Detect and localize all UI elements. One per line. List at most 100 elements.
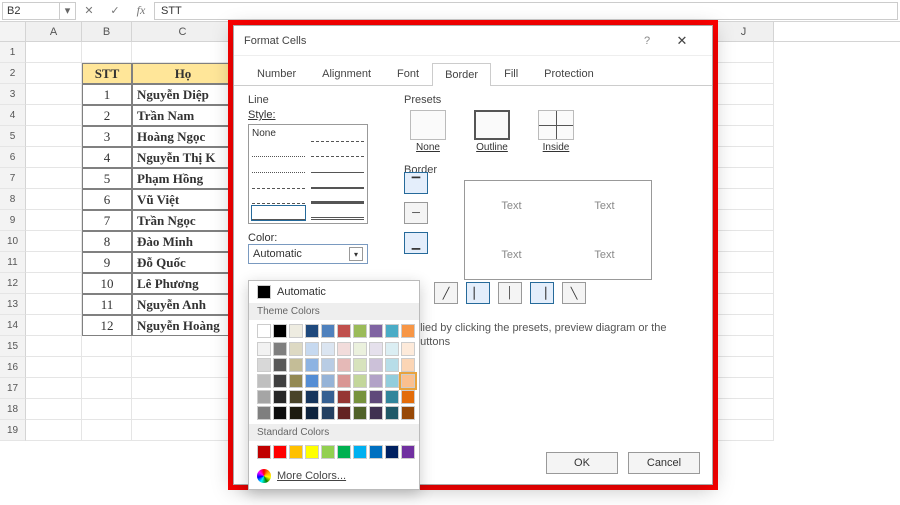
color-swatch[interactable] [401,324,415,338]
cell[interactable]: Họ [132,63,234,84]
cell[interactable]: 8 [82,231,132,252]
color-swatch[interactable] [305,406,319,420]
cell[interactable]: Hoàng Ngọc [132,126,234,147]
col-header[interactable]: J [714,22,774,41]
cell[interactable] [714,294,774,315]
cell[interactable] [82,420,132,441]
cell[interactable]: Trần Nam [132,105,234,126]
col-header[interactable]: B [82,22,132,41]
cell[interactable] [714,336,774,357]
color-swatch[interactable] [385,324,399,338]
tab-alignment[interactable]: Alignment [309,62,384,85]
color-swatch[interactable] [257,390,271,404]
color-swatch[interactable] [401,342,415,356]
cell[interactable] [714,399,774,420]
cell[interactable] [82,42,132,63]
color-swatch[interactable] [257,445,271,459]
color-swatch[interactable] [401,374,415,388]
row-header[interactable]: 15 [0,336,26,357]
cell[interactable] [82,399,132,420]
color-swatch[interactable] [273,390,287,404]
color-swatch[interactable] [369,324,383,338]
cell[interactable] [714,105,774,126]
more-colors-item[interactable]: More Colors... [249,463,419,489]
cell[interactable] [26,189,82,210]
color-swatch[interactable] [321,342,335,356]
cell[interactable] [26,126,82,147]
cell[interactable] [26,231,82,252]
style-none[interactable]: None [252,128,305,142]
row-header[interactable]: 11 [0,252,26,273]
cell[interactable]: Vũ Việt [132,189,234,210]
cell[interactable] [26,315,82,336]
row-header[interactable]: 13 [0,294,26,315]
cell[interactable] [714,231,774,252]
cell[interactable] [26,147,82,168]
color-swatch[interactable] [385,374,399,388]
cell[interactable]: Phạm Hồng [132,168,234,189]
row-header[interactable]: 8 [0,189,26,210]
cell[interactable]: 6 [82,189,132,210]
cell[interactable] [714,378,774,399]
cell[interactable] [26,273,82,294]
color-swatch[interactable] [305,374,319,388]
color-swatch[interactable] [305,390,319,404]
color-swatch[interactable] [321,324,335,338]
cell[interactable] [132,399,234,420]
cell[interactable] [714,42,774,63]
cell[interactable]: Đào Minh [132,231,234,252]
preset-none[interactable]: None [404,110,452,153]
color-swatch[interactable] [273,374,287,388]
color-swatch[interactable] [369,342,383,356]
cell[interactable] [26,420,82,441]
color-swatch[interactable] [273,406,287,420]
style-option[interactable] [252,159,305,173]
color-swatch[interactable] [289,342,303,356]
color-swatch[interactable] [305,358,319,372]
cell[interactable] [132,357,234,378]
row-header[interactable]: 5 [0,126,26,147]
cell[interactable]: Nguyễn Thị K [132,147,234,168]
row-header[interactable]: 6 [0,147,26,168]
row-header[interactable]: 16 [0,357,26,378]
cell[interactable] [26,42,82,63]
color-swatch[interactable] [257,324,271,338]
cell[interactable]: Nguyễn Anh [132,294,234,315]
style-option[interactable] [311,144,364,158]
cell[interactable] [714,315,774,336]
cell[interactable] [26,210,82,231]
color-swatch[interactable] [289,358,303,372]
border-diag-up-button[interactable]: ╱ [434,282,458,304]
style-option[interactable] [252,191,305,205]
style-option[interactable] [252,144,305,158]
name-box-dropdown[interactable]: ▾ [60,2,76,20]
style-option[interactable] [252,206,305,220]
dialog-close-icon[interactable]: ✕ [662,27,702,55]
style-option[interactable] [311,159,364,173]
color-swatch[interactable] [321,358,335,372]
color-swatch[interactable] [401,358,415,372]
row-header[interactable]: 7 [0,168,26,189]
cell[interactable]: 3 [82,126,132,147]
color-swatch[interactable] [353,324,367,338]
border-diag-down-button[interactable]: ╲ [562,282,586,304]
color-swatch[interactable] [257,374,271,388]
cell[interactable] [714,126,774,147]
color-swatch[interactable] [273,342,287,356]
color-swatch[interactable] [289,406,303,420]
color-swatch[interactable] [369,406,383,420]
tab-number[interactable]: Number [244,62,309,85]
cell[interactable]: Đỗ Quốc [132,252,234,273]
cell[interactable] [26,399,82,420]
color-swatch[interactable] [369,445,383,459]
color-swatch[interactable] [337,445,351,459]
row-header[interactable]: 9 [0,210,26,231]
color-swatch[interactable] [353,358,367,372]
cell[interactable]: 1 [82,84,132,105]
color-swatch[interactable] [305,342,319,356]
style-option[interactable] [311,175,364,189]
color-swatch[interactable] [257,342,271,356]
cell[interactable] [714,357,774,378]
style-option[interactable] [311,206,364,220]
cell[interactable] [26,105,82,126]
